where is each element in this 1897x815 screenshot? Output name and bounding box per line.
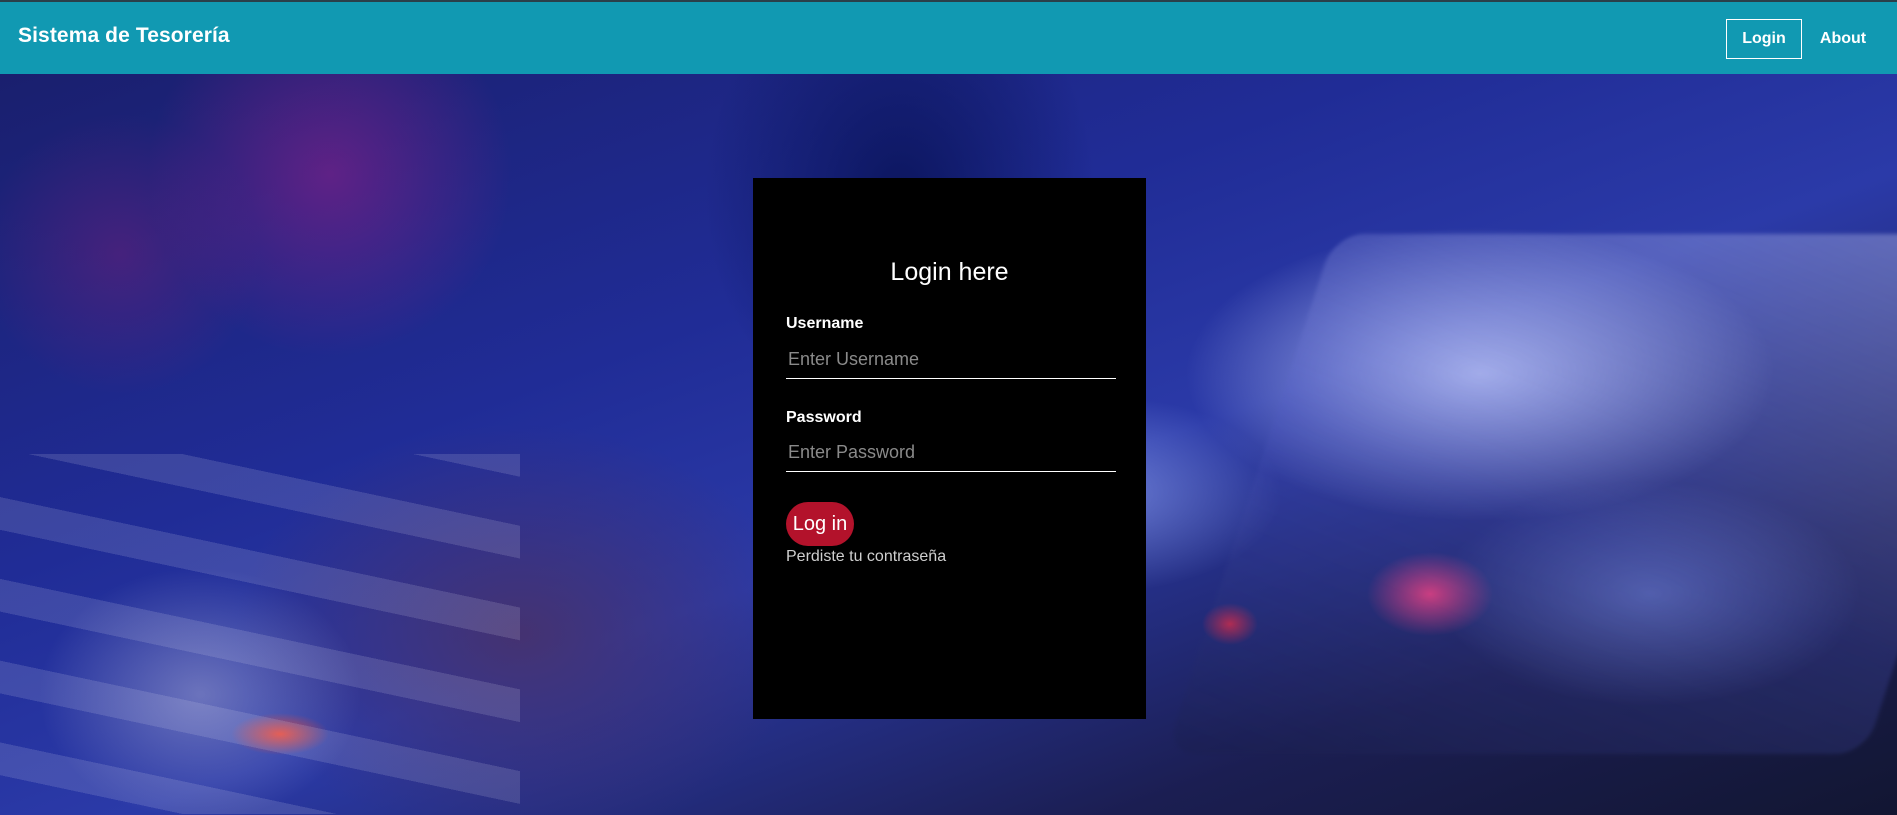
username-label: Username [786, 315, 864, 332]
forgot-password-link[interactable]: Perdiste tu contraseña [786, 548, 946, 566]
password-label: Password [786, 409, 862, 426]
login-card: Login here Username Password Log in Perd… [753, 178, 1146, 719]
top-navbar: Sistema de Tesorería Login About [0, 0, 1897, 74]
keyboard-blur [0, 454, 520, 814]
login-submit-button[interactable]: Log in [786, 502, 854, 546]
login-title: Login here [890, 258, 1009, 286]
nav-about-link[interactable]: About [1813, 19, 1873, 59]
device-blur [1165, 234, 1897, 754]
password-input[interactable] [786, 434, 1116, 472]
username-input[interactable] [786, 341, 1116, 379]
brand-link[interactable]: Sistema de Tesorería [18, 24, 230, 48]
nav-login-button[interactable]: Login [1726, 19, 1802, 59]
